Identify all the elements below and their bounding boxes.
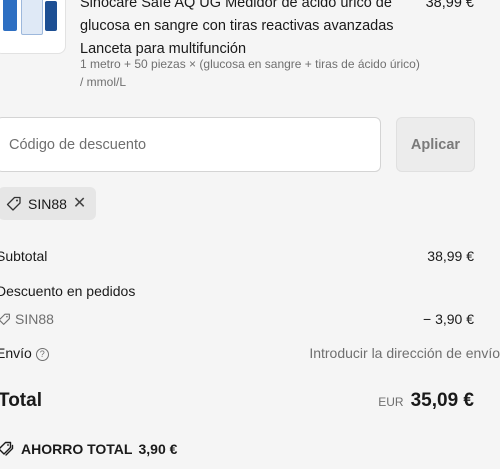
subtotal-label: Subtotal	[0, 248, 48, 264]
product-thumbnail	[0, 0, 66, 54]
order-discount-code: SIN88	[15, 311, 54, 327]
tag-icon	[6, 196, 22, 212]
shipping-label: Envío	[0, 345, 32, 361]
thumbnail-box-left	[3, 0, 17, 31]
tag-icon	[0, 313, 11, 326]
savings-value: 3,90 €	[138, 441, 178, 457]
shipping-value: Introducir la dirección de envío	[309, 345, 500, 361]
applied-discount-code: SIN88	[28, 195, 67, 212]
help-circle-icon[interactable]: ?	[35, 347, 49, 361]
close-icon[interactable]: ✕	[73, 195, 86, 212]
product-price: 38,99 €	[425, 0, 474, 11]
product-title: Sinocare Safe AQ UG Medidor de ácido úri…	[80, 0, 394, 57]
order-discount-value: − 3,90 €	[423, 311, 474, 327]
order-discount-code-row: SIN88	[0, 311, 54, 327]
order-discount-label: Descuento en pedidos	[0, 283, 136, 299]
thumbnail-box-right	[45, 1, 57, 31]
tags-icon	[0, 441, 15, 457]
total-currency: EUR	[378, 395, 404, 409]
product-variant: 1 metro + 50 piezas × (glucosa en sangre…	[80, 57, 420, 89]
apply-discount-button[interactable]: Aplicar	[396, 117, 475, 172]
total-savings: AHORRO TOTAL 3,90 €	[0, 441, 177, 457]
total-amount: 35,09 €	[410, 390, 474, 411]
discount-code-input[interactable]	[0, 117, 381, 172]
total-label: Total	[0, 390, 42, 411]
savings-label: AHORRO TOTAL	[21, 441, 133, 457]
total-value-group: EUR 35,09 €	[378, 390, 474, 412]
thumbnail-box-middle	[21, 0, 43, 35]
subtotal-value: 38,99 €	[427, 248, 474, 264]
shipping-label-row: Envío?	[0, 345, 49, 361]
applied-discount-tag: SIN88 ✕	[0, 187, 97, 220]
